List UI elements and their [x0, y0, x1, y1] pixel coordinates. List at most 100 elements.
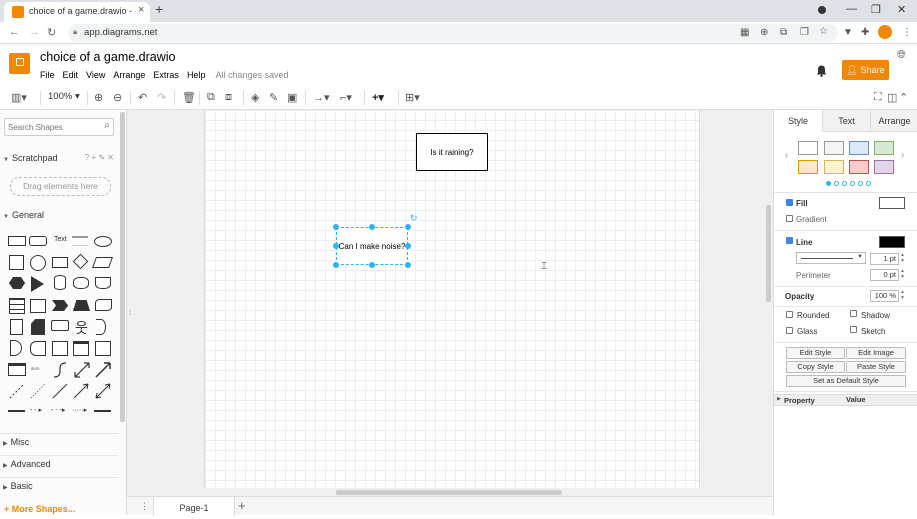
fill-checkbox[interactable] — [786, 199, 793, 206]
swatch-page-dot[interactable] — [842, 181, 847, 186]
connection-icon[interactable]: →▾ — [313, 91, 330, 104]
forward-arrow-icon[interactable]: → — [29, 26, 40, 38]
node-is-it-raining[interactable]: Is it raining? — [416, 133, 488, 171]
shape-directional-connector[interactable] — [72, 382, 90, 400]
menu-file[interactable]: File — [40, 70, 55, 82]
shape-callout[interactable] — [51, 320, 69, 331]
paste-style-button[interactable]: Paste Style — [846, 361, 906, 373]
shape-circle[interactable] — [30, 255, 46, 271]
style-swatch[interactable] — [849, 160, 869, 174]
swatch-page-dot[interactable] — [866, 181, 871, 186]
rotate-handle-icon[interactable]: ↻ — [410, 213, 418, 224]
tab-arrange[interactable]: Arrange — [870, 110, 917, 132]
shape-dashed-arrow[interactable]: - - ▸ — [30, 407, 42, 414]
rounded-checkbox[interactable] — [786, 311, 793, 318]
opacity-field[interactable]: 100 % — [870, 290, 899, 302]
insert-plus-icon[interactable]: +▾ — [372, 91, 384, 104]
browser-tab[interactable]: choice of a game.drawio - diagrams.net × — [4, 2, 150, 22]
swatch-page-dot[interactable] — [826, 181, 831, 186]
delete-trash-icon[interactable]: 🗑︎ — [182, 91, 196, 104]
tab-style[interactable]: Style — [774, 110, 822, 132]
shape-trapezoid[interactable] — [73, 300, 90, 311]
qr-icon[interactable]: ▦ — [740, 27, 749, 38]
panel-resize-handle[interactable]: ⁞ — [129, 310, 131, 317]
add-page-button[interactable]: + — [238, 498, 246, 513]
shape-swimlane[interactable] — [73, 341, 89, 356]
menu-edit[interactable]: Edit — [63, 70, 79, 82]
menu-help[interactable]: Help — [187, 70, 206, 82]
shape-bidirectional-connector[interactable] — [94, 382, 112, 400]
swatch-page-dot[interactable] — [834, 181, 839, 186]
resize-handle[interactable] — [405, 262, 411, 268]
zoom-out-icon[interactable]: ⊖ — [113, 91, 122, 104]
edit-style-button[interactable]: Edit Style — [786, 347, 845, 359]
fill-color-icon[interactable]: ◈ — [251, 91, 259, 104]
shape-ellipse[interactable] — [94, 236, 112, 247]
shadow-icon[interactable]: ▣ — [287, 91, 297, 104]
line-checkbox[interactable] — [786, 237, 793, 244]
search-input[interactable] — [8, 121, 96, 134]
menu-view[interactable]: View — [86, 70, 105, 82]
shape-step[interactable] — [52, 300, 68, 311]
shape-cylinder[interactable] — [54, 275, 66, 290]
style-swatch[interactable] — [798, 160, 818, 174]
document-title[interactable]: choice of a game.drawio — [40, 50, 176, 64]
resize-handle[interactable] — [333, 243, 339, 249]
install-icon[interactable]: ⊕ — [760, 27, 768, 38]
translate-icon[interactable]: ⧉ — [780, 27, 787, 38]
shadow-checkbox[interactable] — [850, 310, 857, 317]
shape-arrow[interactable] — [94, 361, 112, 379]
maximize-button[interactable]: ❐ — [871, 3, 881, 16]
shape-process[interactable] — [52, 257, 68, 268]
undo-icon[interactable]: ↶ — [138, 91, 147, 104]
close-window-button[interactable]: ✕ — [897, 3, 906, 16]
shape-cube[interactable] — [30, 299, 46, 313]
zoom-select[interactable]: 100% ▾ — [48, 91, 80, 102]
url-field[interactable]: 🔒︎ app.diagrams.net ▦ ⊕ ⧉ ❐ ☆ — [68, 24, 838, 42]
shape-dashed-line[interactable] — [8, 382, 26, 400]
to-back-icon[interactable]: ⧈ — [225, 91, 232, 104]
copy-icon[interactable]: ❐ — [800, 27, 809, 38]
style-swatch[interactable] — [824, 141, 844, 155]
line-color-icon[interactable]: ✎ — [269, 91, 278, 104]
shape-list-item[interactable]: item — [31, 366, 40, 371]
bookmark-star-icon[interactable]: ☆ — [819, 26, 828, 37]
tab-text[interactable]: Text — [822, 110, 870, 132]
shape-cloud[interactable] — [73, 277, 89, 289]
scratchpad-actions[interactable]: ? + ✎ ✕ — [85, 153, 114, 162]
shape-rounded-rectangle[interactable] — [29, 236, 47, 246]
scratchpad-drop-zone[interactable]: Drag elements here — [10, 177, 111, 196]
shape-or[interactable] — [96, 319, 106, 335]
advanced-header[interactable]: ▶ Advanced — [0, 455, 118, 471]
extension-filter-icon[interactable]: ▼ — [843, 27, 853, 38]
shape-line[interactable] — [51, 382, 69, 400]
basic-header[interactable]: ▶ Basic — [0, 477, 118, 493]
style-swatch[interactable] — [849, 141, 869, 155]
shape-actor[interactable]: 웃 — [75, 318, 88, 338]
shape-curve[interactable] — [52, 361, 68, 379]
view-panels-icon[interactable]: ▥▾ — [11, 91, 27, 104]
zoom-in-icon[interactable]: ⊕ — [94, 91, 103, 104]
swatch-page-dot[interactable] — [858, 181, 863, 186]
scratchpad-header[interactable]: ▼ Scratchpad ? + ✎ ✕ — [0, 153, 118, 169]
shape-link[interactable] — [94, 410, 111, 412]
redo-icon[interactable]: ↷ — [157, 91, 166, 104]
style-swatch[interactable] — [874, 160, 894, 174]
shape-document[interactable] — [95, 277, 111, 289]
shape-card[interactable] — [31, 319, 45, 335]
shapes-scrollbar[interactable] — [120, 112, 125, 422]
shape-diamond[interactable] — [72, 253, 89, 270]
gradient-checkbox[interactable] — [786, 215, 793, 222]
profile-avatar[interactable] — [878, 25, 892, 39]
shape-parallelogram[interactable] — [91, 257, 114, 268]
canvas-vertical-scrollbar[interactable] — [766, 205, 771, 302]
share-button[interactable]: 👤︎ Share — [842, 60, 889, 80]
resize-handle[interactable] — [405, 224, 411, 230]
collapse-icon[interactable]: ⌃ — [899, 91, 908, 104]
resize-handle[interactable] — [333, 262, 339, 268]
tab-close-icon[interactable]: × — [138, 4, 144, 16]
menu-extras[interactable]: Extras — [153, 70, 179, 82]
puzzle-icon[interactable]: ✚ — [861, 27, 869, 38]
shape-container[interactable] — [52, 341, 68, 356]
shape-rectangle[interactable] — [8, 236, 26, 246]
